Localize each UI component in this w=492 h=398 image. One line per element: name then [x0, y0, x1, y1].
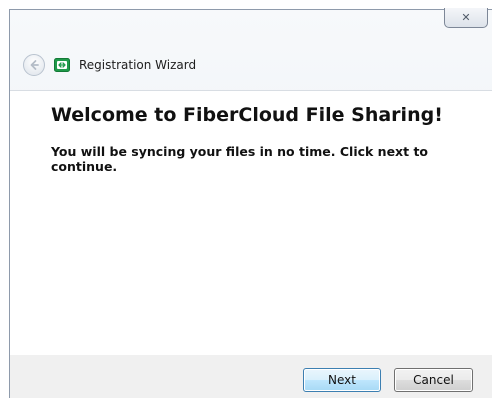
- cancel-button[interactable]: Cancel: [394, 368, 473, 392]
- title-bar: ✕ Registration Wizard: [10, 8, 492, 90]
- next-button[interactable]: Next: [303, 368, 381, 392]
- back-button[interactable]: [23, 54, 45, 76]
- welcome-description: You will be syncing your files in no tim…: [51, 144, 429, 174]
- welcome-heading: Welcome to FiberCloud File Sharing!: [51, 104, 443, 126]
- wizard-content: [10, 90, 492, 356]
- fibercloud-app-icon: [54, 58, 70, 72]
- back-arrow-icon: [30, 60, 39, 70]
- wizard-footer: Next Cancel: [10, 355, 492, 398]
- window-title: Registration Wizard: [79, 58, 197, 72]
- close-icon: ✕: [461, 11, 471, 24]
- wizard-header: Registration Wizard: [23, 52, 196, 78]
- close-button[interactable]: ✕: [444, 8, 488, 28]
- registration-wizard-window: ✕ Registration Wizard Welcome to FiberCl…: [9, 8, 492, 398]
